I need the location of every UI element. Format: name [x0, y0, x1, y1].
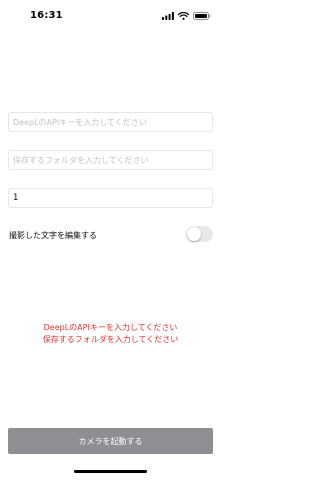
edit-toggle-switch[interactable]: [186, 226, 213, 242]
error-message-api-key: DeepLのAPIキーを入力してください: [43, 323, 178, 332]
status-bar: 16:31: [0, 0, 221, 30]
signal-icon: [162, 12, 174, 20]
error-messages: DeepLのAPIキーを入力してください 保存するフォルダを入力してください: [0, 322, 221, 346]
count-input[interactable]: [8, 188, 213, 208]
status-icons: [162, 11, 211, 21]
error-message-folder: 保存するフォルダを入力してください: [42, 335, 179, 344]
battery-icon: [193, 12, 211, 20]
toggle-knob: [187, 227, 201, 241]
launch-camera-button[interactable]: カメラを起動する: [8, 428, 213, 454]
status-time: 16:31: [30, 10, 63, 21]
home-indicator: [74, 470, 147, 473]
api-key-input[interactable]: [8, 112, 213, 132]
wifi-icon: [178, 12, 189, 20]
folder-input[interactable]: [8, 150, 213, 170]
edit-toggle-row: 撮影した文字を編集する: [8, 226, 213, 244]
edit-toggle-label: 撮影した文字を編集する: [9, 231, 97, 240]
